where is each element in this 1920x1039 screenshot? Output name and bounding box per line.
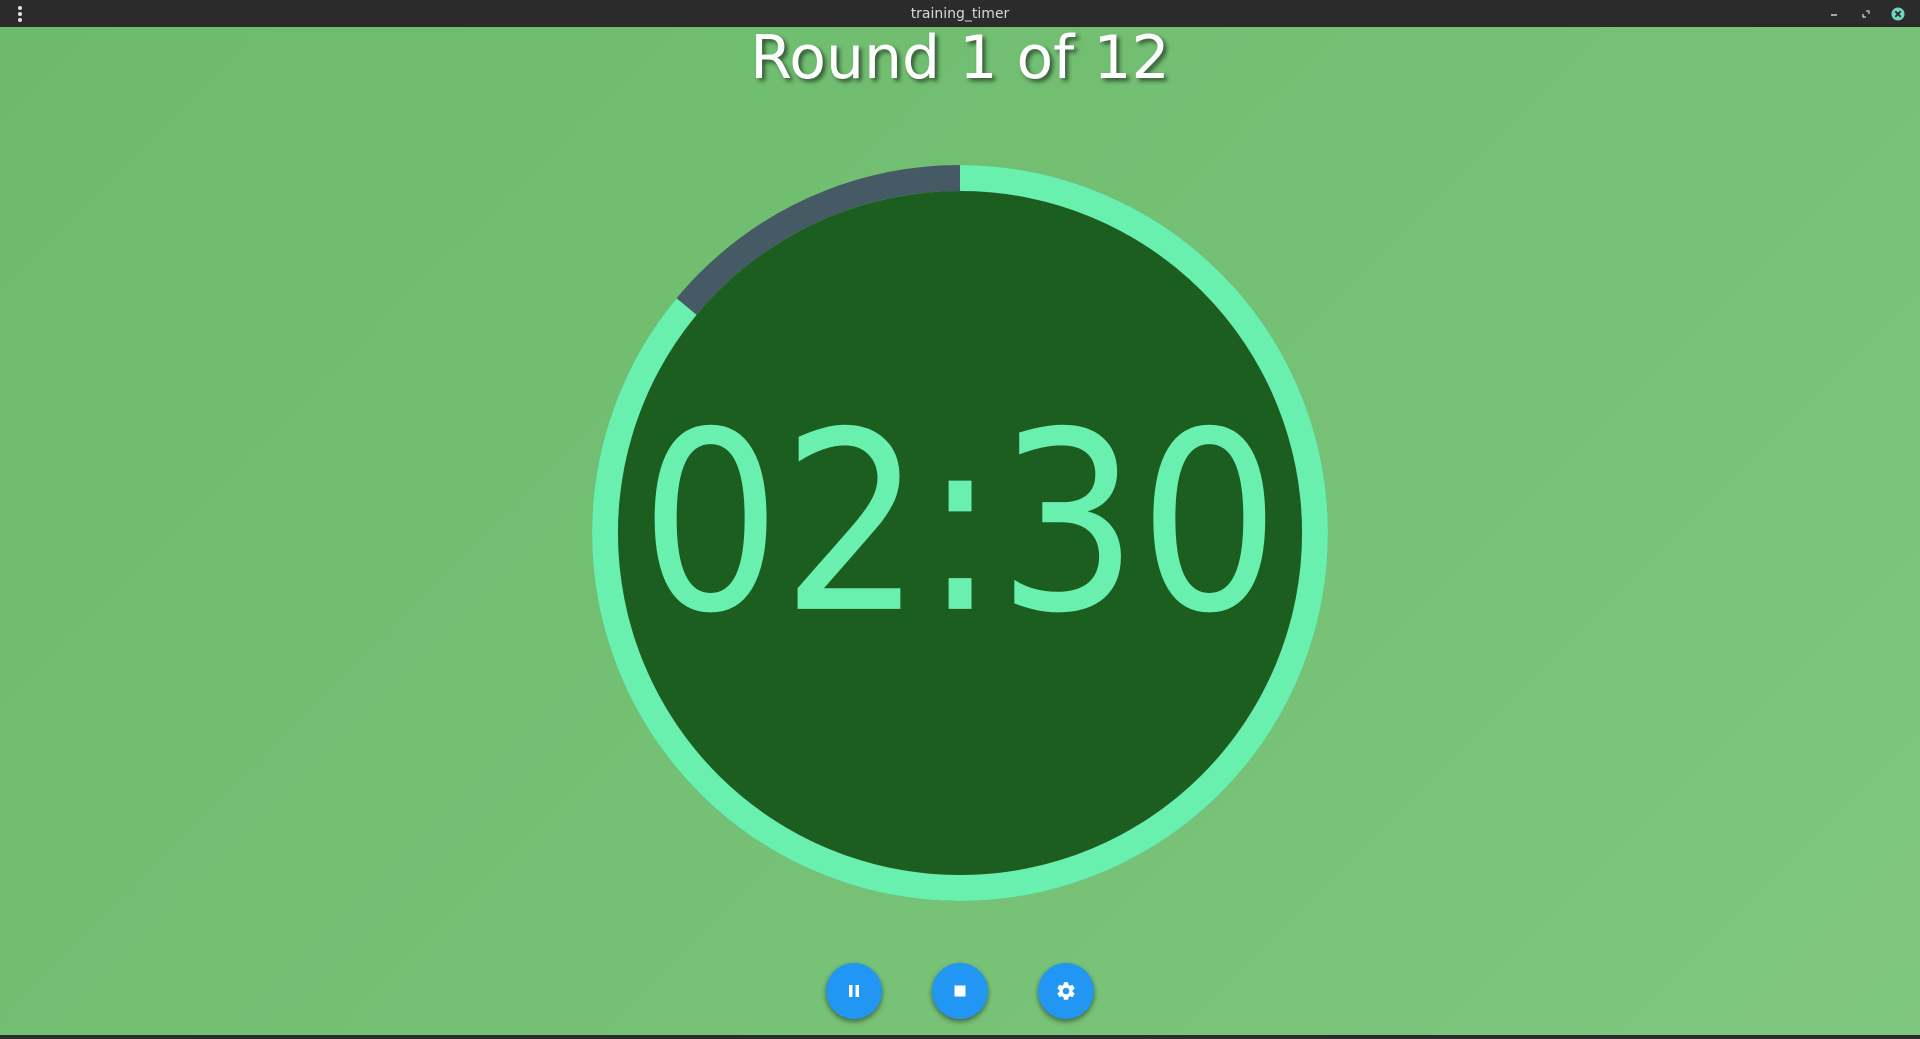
pause-icon — [849, 985, 859, 997]
title-bar: training_timer — [0, 0, 1920, 27]
app-window: training_timer Round 1 of 12 02:30 — [0, 0, 1920, 1039]
stop-icon — [954, 985, 966, 997]
countdown-ring: 02:30 — [592, 165, 1328, 901]
time-remaining: 02:30 — [640, 380, 1280, 668]
close-icon — [1891, 7, 1905, 20]
gear-icon — [1057, 982, 1075, 1000]
close-button[interactable] — [1882, 0, 1914, 27]
playback-controls — [0, 963, 1920, 1021]
settings-button[interactable] — [1038, 963, 1094, 1019]
maximize-button[interactable] — [1850, 0, 1882, 27]
pause-button[interactable] — [826, 963, 882, 1019]
window-menu-button[interactable] — [8, 3, 32, 24]
window-controls — [1818, 0, 1914, 27]
restore-icon — [1862, 9, 1870, 18]
minimize-button[interactable] — [1818, 0, 1850, 27]
round-counter: Round 1 of 12 — [750, 27, 1170, 93]
minimize-icon — [1831, 13, 1837, 16]
stop-button[interactable] — [932, 963, 988, 1019]
timer-screen: Round 1 of 12 02:30 — [0, 27, 1920, 1037]
kebab-menu-icon — [18, 5, 22, 22]
window-title: training_timer — [910, 5, 1010, 22]
